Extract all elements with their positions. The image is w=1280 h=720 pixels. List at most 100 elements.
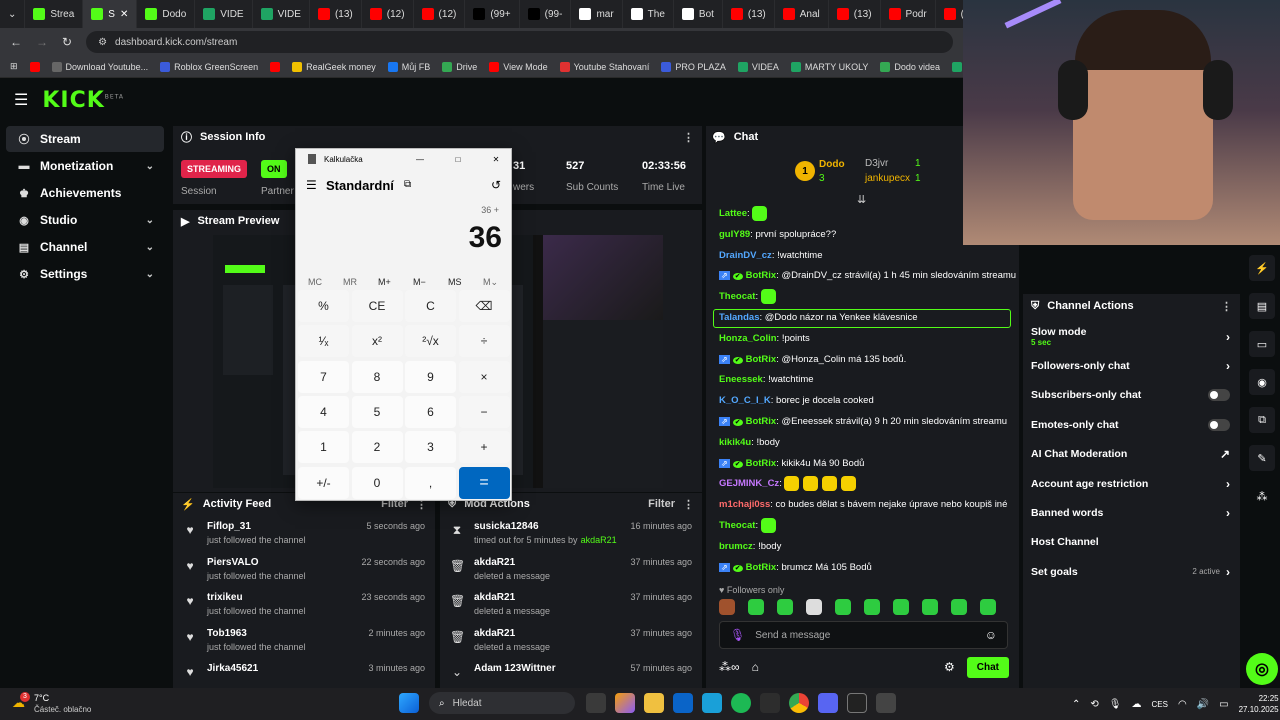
browser-tab[interactable]: (12) bbox=[414, 0, 466, 28]
memory-button[interactable]: M− bbox=[413, 277, 426, 287]
rail-chat-icon[interactable]: ▭ bbox=[1249, 331, 1275, 357]
tray-chevron-icon[interactable]: ⌃ bbox=[1072, 699, 1080, 710]
bookmark-item[interactable]: Roblox GreenScreen bbox=[160, 61, 258, 72]
chrome-icon[interactable] bbox=[788, 693, 809, 713]
browser-tab[interactable]: (99- bbox=[520, 0, 572, 28]
bookmark-item[interactable]: PRO PLAZA bbox=[661, 61, 726, 72]
chevron-right-icon[interactable]: › bbox=[1226, 359, 1230, 373]
calc-key-7[interactable]: 7 bbox=[298, 360, 349, 393]
chat-username[interactable]: Honza_Colin bbox=[719, 333, 777, 344]
browser-tab[interactable]: (12) bbox=[362, 0, 414, 28]
bookmark-item[interactable]: Můj FB bbox=[387, 61, 430, 72]
chat-send-button[interactable]: Chat bbox=[966, 656, 1009, 678]
url-field[interactable]: ⚙ dashboard.kick.com/stream bbox=[86, 31, 953, 53]
chat-username[interactable]: BotRix bbox=[746, 354, 777, 365]
bookmark-item[interactable]: FN bbox=[951, 61, 963, 72]
sidebar-item-achievements[interactable]: ♚ Achievements bbox=[6, 180, 164, 206]
memory-button[interactable]: MC bbox=[308, 277, 322, 287]
gear-icon[interactable]: ⚙ bbox=[944, 660, 955, 674]
browser-tab[interactable]: (13) bbox=[829, 0, 881, 28]
language-indicator[interactable]: CES bbox=[1151, 700, 1167, 709]
rail-broadcast-icon[interactable]: ◉ bbox=[1249, 369, 1275, 395]
back-icon[interactable]: ← bbox=[10, 35, 22, 49]
chat-username[interactable]: GEJMINK_Cz bbox=[719, 478, 779, 489]
rail-wrench-icon[interactable]: ✎ bbox=[1249, 445, 1275, 471]
calc-key-clear-entry[interactable]: CE bbox=[351, 290, 403, 322]
chat-username[interactable]: BotRix bbox=[746, 416, 777, 427]
calculator-taskbar-icon[interactable] bbox=[875, 693, 896, 713]
browser-tab[interactable]: VIDE bbox=[253, 0, 310, 28]
mod-action-user[interactable]: akdaR21 bbox=[474, 628, 550, 639]
kebab-menu-icon[interactable]: ⋮ bbox=[683, 131, 694, 144]
memory-button[interactable]: M⌄ bbox=[483, 277, 498, 288]
channel-action-item[interactable]: Followers-only chat › bbox=[1023, 351, 1240, 380]
bookmark-item[interactable]: Download Youtube... bbox=[51, 61, 148, 72]
rail-note-icon[interactable]: ▤ bbox=[1249, 293, 1275, 319]
menu-icon[interactable]: ☰ bbox=[14, 90, 28, 110]
forward-icon[interactable]: → bbox=[36, 35, 48, 49]
chat-username[interactable]: Theocat bbox=[719, 291, 755, 302]
help-icon[interactable]: ◎ bbox=[1246, 653, 1278, 685]
calc-key-clear[interactable]: C bbox=[405, 290, 456, 322]
epic-games-icon[interactable] bbox=[846, 693, 867, 713]
chat-username[interactable]: Theocat bbox=[719, 520, 755, 531]
rail-layers-icon[interactable]: ⧉ bbox=[1249, 407, 1275, 433]
calc-key-4[interactable]: 4 bbox=[298, 395, 349, 428]
maximize-icon[interactable]: □ bbox=[443, 155, 473, 164]
emote-icon[interactable] bbox=[719, 599, 735, 615]
emote-icon[interactable] bbox=[893, 599, 909, 615]
minimize-icon[interactable]: — bbox=[405, 155, 435, 164]
taskbar-search[interactable]: ⌕ Hledat bbox=[429, 692, 575, 714]
task-view-icon[interactable] bbox=[585, 693, 606, 713]
reload-icon[interactable]: ↻ bbox=[62, 35, 72, 49]
memory-button[interactable]: MR bbox=[343, 277, 357, 287]
bookmark-item[interactable] bbox=[270, 61, 281, 72]
calc-key-divide[interactable]: ÷ bbox=[458, 325, 510, 358]
bookmark-item[interactable]: RealGeek money bbox=[292, 61, 376, 72]
chat-username[interactable]: BotRix bbox=[746, 562, 777, 573]
browser-tab[interactable]: (13) bbox=[723, 0, 775, 28]
mod-action-user[interactable]: Adam 123Wittner bbox=[474, 663, 556, 674]
sync-icon[interactable]: ⟲ bbox=[1090, 699, 1098, 710]
users-icon[interactable]: ⁂∞ bbox=[719, 660, 740, 674]
chat-username[interactable]: BotRix bbox=[746, 458, 777, 469]
toggle-switch[interactable] bbox=[1208, 389, 1230, 402]
bookmark-item[interactable]: Youtube Stahovaní bbox=[559, 61, 649, 72]
browser-tab[interactable]: (13) bbox=[310, 0, 362, 28]
calc-key-equals[interactable]: = bbox=[458, 466, 510, 499]
sidebar-item-monetization[interactable]: ▬ Monetization ⌄ bbox=[6, 153, 164, 179]
browser-tab[interactable]: S ✕ bbox=[83, 0, 138, 28]
channel-action-item[interactable]: Banned words › bbox=[1023, 498, 1240, 527]
emoji-icon[interactable]: ☺ bbox=[985, 628, 997, 642]
chevron-down-icon[interactable]: ⌄ bbox=[146, 161, 154, 172]
hamburger-icon[interactable]: ☰ bbox=[306, 178, 317, 192]
emote-icon[interactable] bbox=[835, 599, 851, 615]
chat-username[interactable]: brumcz bbox=[719, 541, 753, 552]
close-tab-icon[interactable]: ✕ bbox=[120, 9, 128, 20]
calc-key-square[interactable]: x² bbox=[351, 325, 403, 358]
browser-tab[interactable]: VIDE bbox=[195, 0, 253, 28]
chat-username[interactable]: DrainDV_cz bbox=[719, 250, 772, 261]
chat-username[interactable]: guIY89 bbox=[719, 229, 750, 240]
channel-action-item[interactable]: Emotes-only chat bbox=[1023, 410, 1240, 439]
emote-icon[interactable] bbox=[980, 599, 996, 615]
chevron-right-icon[interactable]: › bbox=[1226, 565, 1230, 579]
activity-user[interactable]: Tob1963 bbox=[207, 628, 306, 639]
kick-logo[interactable]: KICKBETA bbox=[42, 88, 124, 113]
browser-tab[interactable]: The bbox=[623, 0, 674, 28]
chat-username[interactable]: m1chaji0ss bbox=[719, 499, 770, 510]
calc-key-5[interactable]: 5 bbox=[351, 395, 403, 428]
site-info-icon[interactable]: ⚙ bbox=[98, 37, 107, 48]
weather-widget[interactable]: ☁ 3 7°C Částeč. oblačno bbox=[0, 688, 120, 720]
chevron-right-icon[interactable]: › bbox=[1226, 477, 1230, 491]
external-link-icon[interactable]: ↗ bbox=[1220, 447, 1230, 461]
chat-username[interactable]: BotRix bbox=[746, 270, 777, 281]
calc-key-3[interactable]: 3 bbox=[405, 431, 456, 464]
calc-key-reciprocal[interactable]: ¹⁄ₓ bbox=[298, 325, 349, 358]
calc-key-1[interactable]: 1 bbox=[298, 431, 349, 464]
rail-bolt-icon[interactable]: ⚡ bbox=[1249, 255, 1275, 281]
browser-tab[interactable]: (99+ bbox=[465, 0, 520, 28]
emote-icon[interactable] bbox=[806, 599, 822, 615]
browser-tab[interactable]: Anal bbox=[775, 0, 829, 28]
tab-list-icon[interactable]: ⌄ bbox=[0, 0, 26, 28]
